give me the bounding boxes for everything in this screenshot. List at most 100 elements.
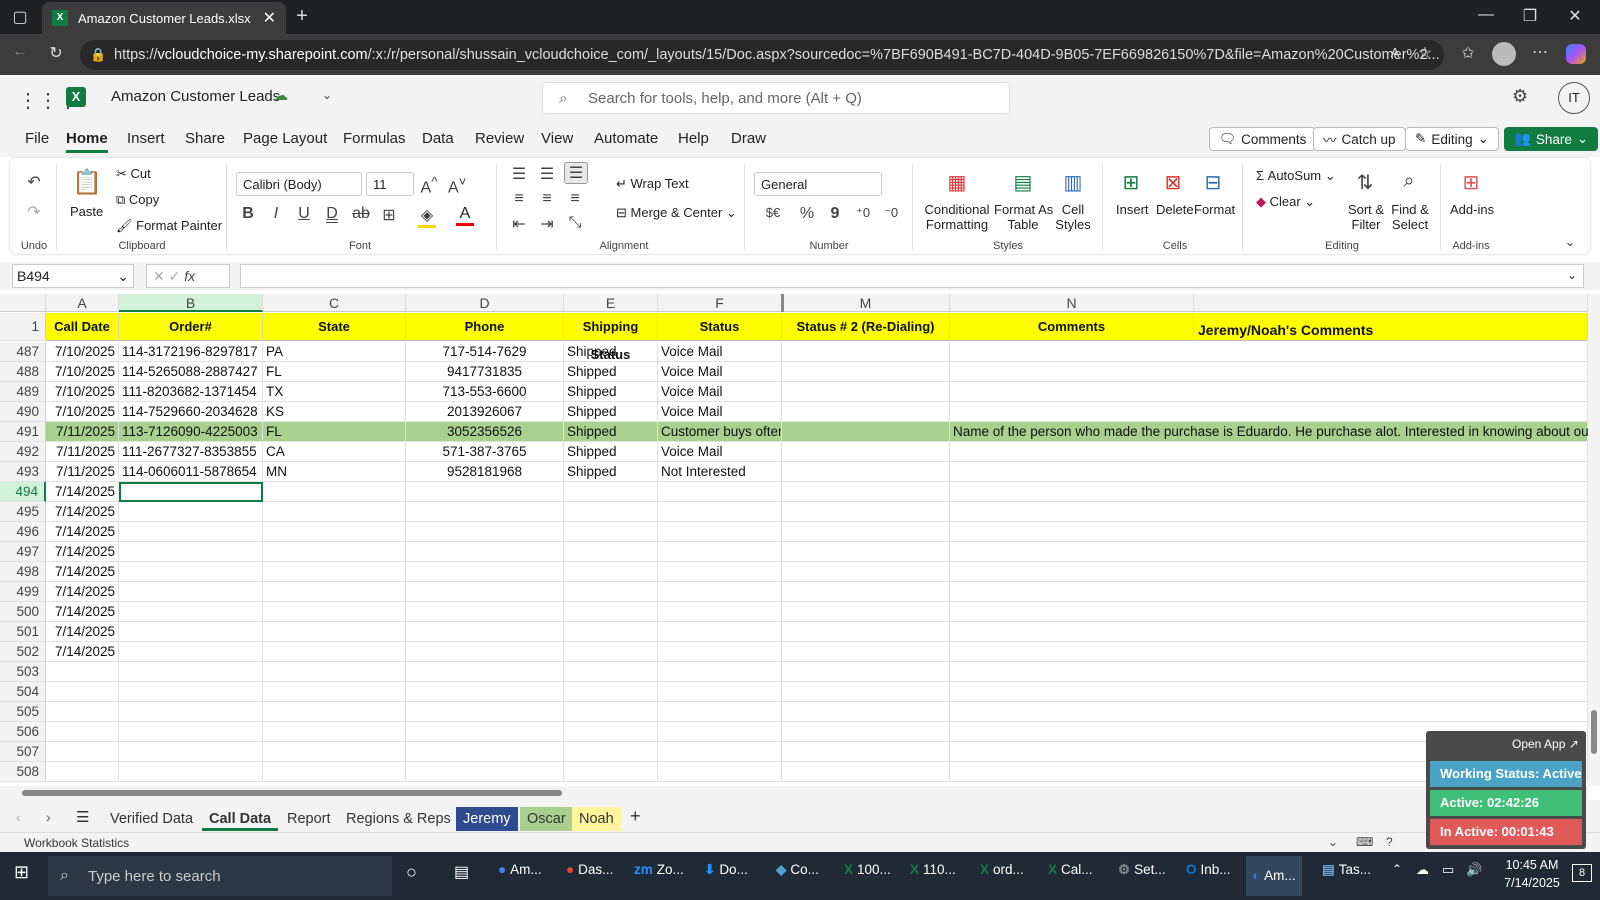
taskbar-app[interactable]: X 110... <box>910 862 956 877</box>
header-cell[interactable]: Call Date <box>46 313 119 341</box>
taskbar-app[interactable]: ⚙ Set... <box>1118 862 1166 878</box>
clear-button[interactable]: ◆ Clear ⌄ <box>1256 194 1315 210</box>
underline-icon[interactable]: U <box>296 205 312 223</box>
settings-gear-icon[interactable]: ⚙ <box>1512 86 1528 107</box>
spreadsheet-grid[interactable]: ABCDEFMN 1 Call Date Order# State Phone Shipp… <box>0 294 1588 786</box>
menu-automate[interactable]: Automate <box>594 130 658 147</box>
table-cell[interactable]: 9417731835 <box>406 362 564 382</box>
menu-review[interactable]: Review <box>475 130 524 147</box>
cell-styles-button[interactable]: Cell Styles <box>1054 202 1092 232</box>
table-cell[interactable] <box>1194 702 1588 722</box>
table-cell[interactable] <box>564 742 658 762</box>
table-cell[interactable] <box>46 662 119 682</box>
table-cell[interactable] <box>406 682 564 702</box>
table-cell[interactable] <box>564 562 658 582</box>
table-cell[interactable] <box>1194 382 1588 402</box>
name-box[interactable]: B494 ⌄ <box>12 264 134 288</box>
table-cell[interactable]: 113-7126090-4225003 <box>119 422 263 442</box>
wrap-text-button[interactable]: ↵ Wrap Text <box>616 176 689 192</box>
format-as-table-icon[interactable]: ▤ <box>1012 170 1034 195</box>
row-header[interactable]: 503 <box>0 662 46 682</box>
table-cell[interactable] <box>782 542 950 562</box>
table-cell[interactable]: 7/10/2025 <box>46 362 119 382</box>
select-all-corner[interactable] <box>0 294 46 312</box>
table-cell[interactable]: 7/11/2025 <box>46 462 119 482</box>
table-cell[interactable] <box>564 722 658 742</box>
row-header[interactable]: 500 <box>0 602 46 622</box>
insert-cells-icon[interactable]: ⊞ <box>1120 170 1142 195</box>
row-header[interactable]: 491 <box>0 422 46 442</box>
find-select-button[interactable]: Find & Select <box>1390 202 1430 232</box>
percent-icon[interactable]: % <box>798 205 816 223</box>
table-cell[interactable] <box>658 662 782 682</box>
refresh-icon[interactable]: ↻ <box>46 43 66 63</box>
table-cell[interactable] <box>782 682 950 702</box>
table-cell[interactable] <box>406 602 564 622</box>
next-sheet-icon[interactable]: › <box>46 809 51 825</box>
table-cell[interactable] <box>782 582 950 602</box>
table-cell[interactable]: 7/14/2025 <box>46 502 119 522</box>
table-cell[interactable] <box>564 582 658 602</box>
title-dropdown-icon[interactable]: ⌄ <box>322 88 332 102</box>
table-cell[interactable] <box>782 442 950 462</box>
restore-icon[interactable]: ❐ <box>1520 6 1540 26</box>
table-cell[interactable] <box>263 762 406 782</box>
table-cell[interactable]: 713-553-6600 <box>406 382 564 402</box>
table-cell[interactable] <box>782 402 950 422</box>
row-header[interactable]: 504 <box>0 682 46 702</box>
font-name-select[interactable]: Calibri (Body) <box>236 172 362 196</box>
table-cell[interactable] <box>950 622 1194 642</box>
table-cell[interactable] <box>406 522 564 542</box>
table-cell[interactable] <box>1194 362 1588 382</box>
row-header[interactable]: 492 <box>0 442 46 462</box>
table-cell[interactable]: 7/11/2025 <box>46 422 119 442</box>
merge-center-button[interactable]: ⊟ Merge & Center ⌄ <box>616 205 737 221</box>
table-cell[interactable] <box>46 742 119 762</box>
table-cell[interactable] <box>658 642 782 662</box>
table-cell[interactable] <box>658 482 782 502</box>
align-center-icon[interactable]: ≡ <box>538 190 556 208</box>
table-cell[interactable] <box>406 502 564 522</box>
table-cell[interactable] <box>564 702 658 722</box>
sheet-tab-regions-reps[interactable]: Regions & Reps <box>339 807 458 831</box>
taskbar-clock[interactable]: 10:45 AM 7/14/2025 <box>1496 856 1568 892</box>
table-cell[interactable] <box>119 742 263 762</box>
align-middle-icon[interactable]: ☰ <box>538 164 556 184</box>
cut-button[interactable]: ✂ Cut <box>116 166 151 182</box>
menu-insert[interactable]: Insert <box>127 130 165 147</box>
row-header[interactable]: 487 <box>0 342 46 362</box>
table-cell[interactable] <box>950 682 1194 702</box>
menu-draw[interactable]: Draw <box>731 130 766 147</box>
windows-start-icon[interactable]: ⊞ <box>14 862 29 883</box>
table-cell[interactable]: Voice Mail <box>658 402 782 422</box>
table-cell[interactable]: MN <box>263 462 406 482</box>
taskbar-search[interactable]: ⌕ Type here to search <box>48 856 392 896</box>
table-cell[interactable] <box>263 542 406 562</box>
table-cell[interactable] <box>1194 402 1588 422</box>
increase-decimal-icon[interactable]: ⁺0 <box>854 205 872 221</box>
row-header[interactable]: 501 <box>0 622 46 642</box>
row-header[interactable]: 495 <box>0 502 46 522</box>
table-cell[interactable] <box>406 642 564 662</box>
table-cell[interactable] <box>782 382 950 402</box>
format-painter-button[interactable]: 🖌 Format Painter <box>116 218 222 234</box>
table-cell[interactable] <box>658 622 782 642</box>
table-cell[interactable]: 7/14/2025 <box>46 542 119 562</box>
table-cell[interactable] <box>658 682 782 702</box>
table-cell[interactable]: 3052356526 <box>406 422 564 442</box>
table-cell[interactable] <box>119 622 263 642</box>
copy-button[interactable]: ⧉ Copy <box>116 192 159 208</box>
table-cell[interactable] <box>782 422 950 442</box>
taskbar-app[interactable]: ● Das... <box>566 862 613 877</box>
table-cell[interactable] <box>950 482 1194 502</box>
delete-cells-button[interactable]: Delete <box>1156 202 1194 217</box>
favorite-star-icon[interactable]: ☆ <box>1415 43 1435 63</box>
row-header[interactable]: 1 <box>0 313 46 341</box>
table-cell[interactable] <box>658 542 782 562</box>
table-cell[interactable] <box>263 602 406 622</box>
table-cell[interactable]: 7/14/2025 <box>46 582 119 602</box>
menu-help[interactable]: Help <box>678 130 709 147</box>
new-tab-icon[interactable]: + <box>292 5 312 28</box>
table-cell[interactable] <box>263 562 406 582</box>
column-header-d[interactable]: D <box>406 294 564 312</box>
